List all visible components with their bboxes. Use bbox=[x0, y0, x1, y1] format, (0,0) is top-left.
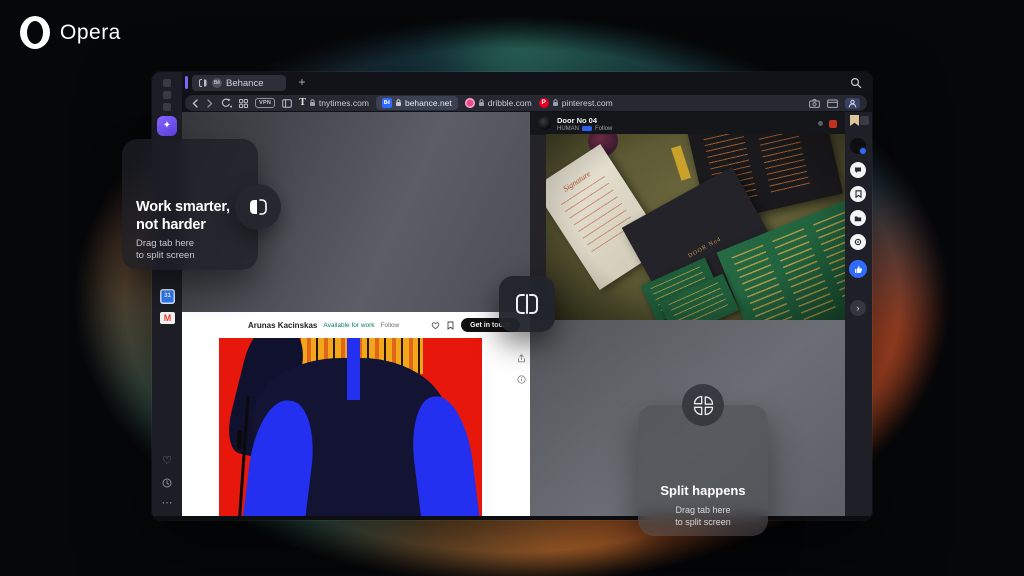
workspace-icon-3[interactable] bbox=[163, 103, 171, 111]
lock-icon bbox=[309, 99, 316, 107]
tab-strip: Bē Behance + bbox=[182, 72, 872, 94]
rail-folder-button[interactable] bbox=[850, 210, 866, 226]
aria-ai-icon[interactable]: ✦ bbox=[157, 116, 177, 136]
profile-header: Arunas Kacinskas Available for work Foll… bbox=[182, 312, 530, 338]
workspace-icon-1[interactable] bbox=[163, 79, 171, 87]
project-photo: Signature DOOR No4 bbox=[546, 134, 845, 320]
studio-name[interactable]: HUMAN bbox=[557, 126, 579, 132]
reload-icon[interactable] bbox=[220, 98, 232, 108]
share-icon[interactable] bbox=[517, 354, 526, 363]
sidebar-more-icon[interactable]: ⋯ bbox=[152, 496, 182, 509]
marketing-stage: Opera ✦ 31 M ♡ ⋯ Bē Behance + bbox=[0, 0, 1024, 576]
expand-icon[interactable] bbox=[860, 116, 869, 125]
behance-action-rail: › bbox=[845, 112, 872, 516]
history-clock-icon[interactable] bbox=[152, 478, 182, 488]
tab-label: Behance bbox=[226, 78, 264, 89]
split-happens-title: Split happens bbox=[638, 483, 768, 498]
red-app-icon[interactable] bbox=[829, 120, 837, 128]
site-chip-label: pinterest.com bbox=[562, 98, 613, 108]
project-header: Door No 04 HUMAN Follow bbox=[530, 112, 845, 135]
info-icon[interactable] bbox=[517, 375, 526, 384]
lock-icon bbox=[395, 99, 402, 107]
tab-split-icon bbox=[198, 78, 208, 88]
split-happens-subtitle: Drag tab here to split screen bbox=[638, 504, 768, 528]
work-smarter-title: Work smarter, not harder bbox=[136, 199, 230, 234]
forward-icon[interactable] bbox=[206, 99, 213, 108]
favorites-heart-icon[interactable]: ♡ bbox=[152, 454, 182, 467]
work-smarter-subtitle: Drag tab here to split screen bbox=[136, 238, 195, 263]
rail-save-button[interactable] bbox=[850, 186, 866, 202]
speed-dial-grid-icon[interactable] bbox=[239, 99, 248, 108]
site-chip-nytimes[interactable]: T tnytimes.com bbox=[299, 98, 369, 108]
rail-follow-avatar[interactable] bbox=[850, 138, 866, 154]
follow-link[interactable]: Follow bbox=[381, 322, 400, 329]
artwork-illustration bbox=[219, 338, 482, 516]
behance-profile-page: Arunas Kacinskas Available for work Foll… bbox=[182, 312, 530, 516]
site-chip-pinterest[interactable]: P pinterest.com bbox=[539, 98, 613, 108]
nytimes-favicon: T bbox=[299, 98, 306, 108]
save-bookmark-icon[interactable] bbox=[849, 114, 860, 132]
rail-tools-button[interactable] bbox=[850, 234, 866, 250]
wallet-icon[interactable] bbox=[827, 99, 838, 108]
address-toolbar: VPN T tnytimes.com Bē behance.net dribbl… bbox=[185, 95, 867, 111]
split-happens-card[interactable]: Split happens Drag tab here to split scr… bbox=[638, 405, 768, 536]
rail-appreciate-button[interactable] bbox=[849, 260, 867, 278]
google-calendar-icon[interactable]: 31 bbox=[160, 289, 175, 304]
split-quad-icon bbox=[692, 394, 715, 417]
bookmark-icon[interactable] bbox=[447, 321, 454, 330]
dribbble-favicon bbox=[465, 98, 475, 108]
snapshot-camera-icon[interactable] bbox=[809, 99, 820, 108]
profile-icon[interactable] bbox=[845, 98, 860, 109]
site-chip-label: behance.net bbox=[405, 98, 452, 108]
split-left-drop-badge[interactable] bbox=[235, 184, 281, 230]
new-tab-button[interactable]: + bbox=[294, 75, 310, 91]
gmail-icon[interactable]: M bbox=[160, 312, 175, 324]
site-chip-label: dribble.com bbox=[488, 98, 532, 108]
studio-badge bbox=[582, 126, 592, 132]
artwork-blue-right bbox=[407, 393, 482, 516]
opera-logo-icon bbox=[20, 16, 50, 49]
split-screen-center-badge[interactable] bbox=[499, 276, 555, 332]
panel-icon[interactable] bbox=[282, 99, 292, 108]
vpn-badge[interactable]: VPN bbox=[255, 98, 275, 108]
back-icon[interactable] bbox=[192, 99, 199, 108]
site-chip-dribbble[interactable]: dribble.com bbox=[465, 98, 532, 108]
artwork-strap bbox=[347, 338, 360, 400]
split-screen-icon bbox=[514, 293, 540, 315]
behance-favicon: Bē bbox=[212, 78, 222, 88]
project-avatar bbox=[538, 117, 551, 130]
rail-message-button[interactable] bbox=[850, 162, 866, 178]
photo-vignette bbox=[546, 134, 845, 320]
site-chip-label: tnytimes.com bbox=[319, 98, 369, 108]
tab-behance[interactable]: Bē Behance bbox=[192, 75, 286, 91]
lock-icon bbox=[478, 99, 485, 107]
workspace-icon-2[interactable] bbox=[163, 91, 171, 99]
opera-brand: Opera bbox=[20, 16, 121, 49]
like-heart-icon[interactable] bbox=[431, 321, 440, 330]
header-dot-icon bbox=[818, 121, 823, 126]
split-left-icon bbox=[249, 199, 267, 215]
behance-favicon: Bē bbox=[382, 98, 392, 108]
work-smarter-card[interactable]: Work smarter, not harder Drag tab here t… bbox=[122, 139, 258, 270]
availability-label[interactable]: Available for work bbox=[323, 322, 374, 329]
lock-icon bbox=[552, 99, 559, 107]
split-quad-drop-badge[interactable] bbox=[682, 384, 724, 426]
author-name: Arunas Kacinskas bbox=[248, 321, 317, 330]
site-chip-behance[interactable]: Bē behance.net bbox=[376, 96, 458, 110]
opera-brand-name: Opera bbox=[60, 21, 121, 45]
active-tab-indicator bbox=[185, 76, 188, 89]
search-icon[interactable] bbox=[850, 76, 862, 94]
rail-next-button[interactable]: › bbox=[850, 300, 866, 316]
project-title: Door No 04 bbox=[557, 116, 612, 125]
pinterest-favicon: P bbox=[539, 98, 549, 108]
project-follow-link[interactable]: Follow bbox=[595, 126, 612, 132]
